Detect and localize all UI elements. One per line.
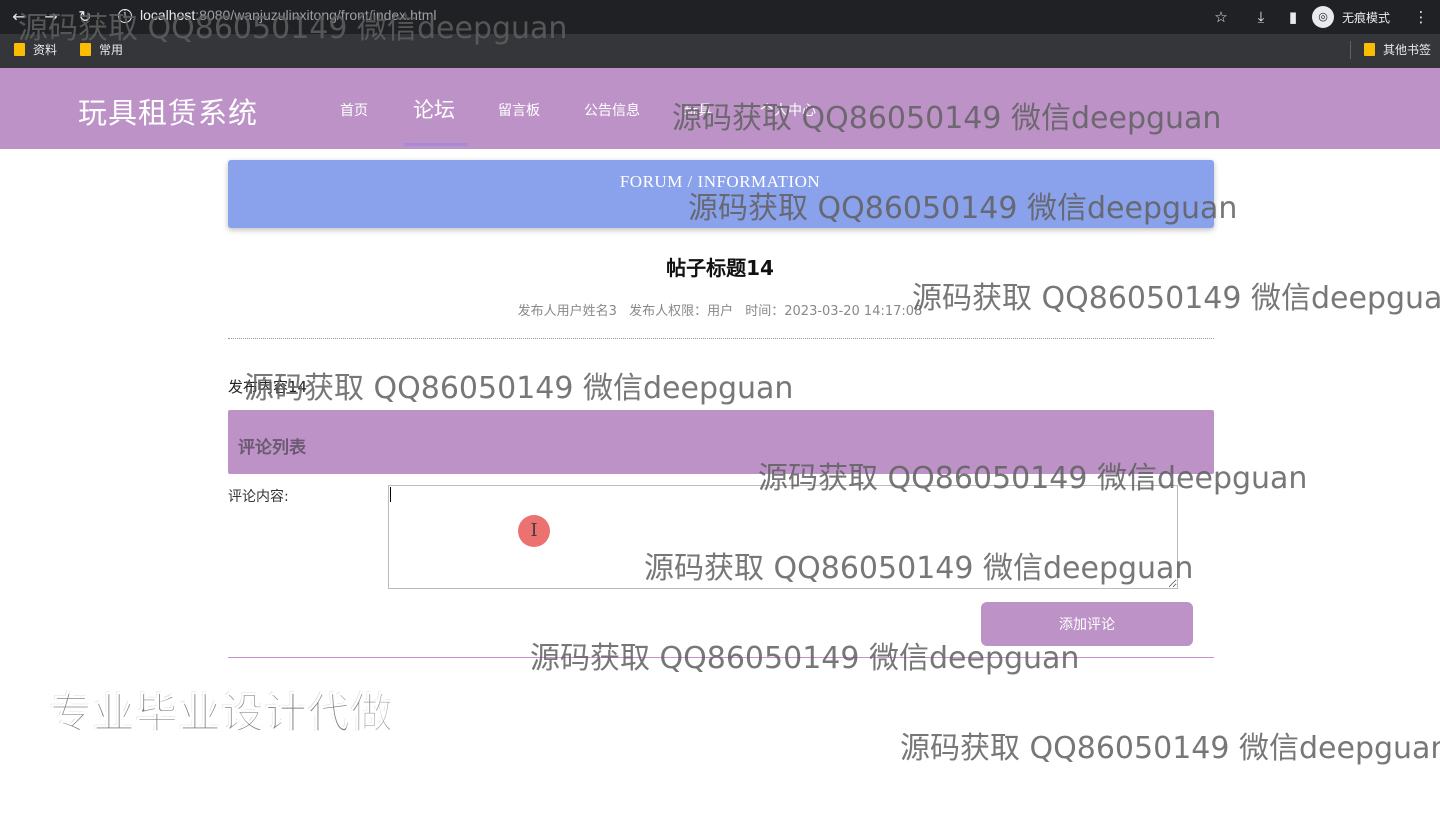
nav-forum[interactable]: 论坛 [413,94,455,124]
comments-title: 评论列表 [238,438,306,458]
site-logo[interactable]: 玩具租赁系统 [78,90,258,132]
post-role: 发布人权限：用户 [629,304,734,319]
comment-label: 评论内容: [228,489,289,505]
forward-icon[interactable]: → [40,6,62,28]
divider [228,338,1214,339]
url-path: :8080/wanjuzulinxitong/front/index.html [195,7,437,23]
download-icon[interactable]: ⤓ [1250,6,1272,28]
url-text[interactable]: localhost:8080/wanjuzulinxitong/front/in… [140,7,437,23]
incognito-icon: ◎ [1312,6,1334,28]
comment-textarea[interactable] [388,485,1178,589]
post-meta: 发布人用户姓名3 发布人权限：用户 时间：2023-03-20 14:17:08 [0,300,1440,319]
menu-kebab-icon[interactable]: ⋮ [1410,6,1432,28]
bookmarks-bar [0,34,1440,68]
incognito-label: 无痕模式 [1342,10,1391,25]
post-content: 发布内容14 [228,378,308,396]
nav-guestbook[interactable]: 留言板 [498,100,540,120]
side-panel-icon[interactable]: ▮ [1282,6,1304,28]
text-caret [390,487,391,502]
url-host: localhost [140,7,196,23]
banner-title: FORUM / INFORMATION [619,172,821,191]
post-author: 发布人用户姓名3 [517,304,617,319]
folder-icon [1364,43,1375,56]
nav-home[interactable]: 首页 [340,100,368,120]
comments-header [228,410,1214,474]
site-info-icon[interactable]: i [118,9,132,23]
bookmark-star-icon[interactable]: ☆ [1210,6,1232,28]
bookmark-ziliao[interactable]: 资料 [14,41,57,58]
nav-toys[interactable]: 玩具 [684,100,712,120]
back-icon[interactable]: ← [8,6,30,28]
other-bookmarks[interactable]: 其他书签 [1364,41,1431,58]
watermark: 源码获取 QQ86050149 微信deepguan [244,371,794,406]
folder-icon [14,43,25,56]
incognito-indicator[interactable]: ◎ 无痕模式 [1312,5,1390,29]
other-bookmarks-label: 其他书签 [1383,43,1432,57]
forum-banner [228,160,1214,228]
add-comment-button[interactable]: 添加评论 [981,602,1193,646]
nav-profile[interactable]: 个人中心 [760,100,816,120]
post-title: 帖子标题14 [666,256,774,280]
mouse-cursor-icon: I [518,515,550,547]
watermark: 源码获取 QQ86050149 微信deepguan [900,731,1440,766]
promo-overlay-text: 专业毕业设计代做 [49,689,395,739]
bookmarks-divider [1350,41,1351,59]
nav-active-indicator [404,143,468,146]
post-time: 时间：2023-03-20 14:17:08 [745,304,923,319]
bookmark-changyong[interactable]: 常用 [80,41,123,58]
reload-icon[interactable]: ↻ [74,6,96,28]
nav-notices[interactable]: 公告信息 [584,100,640,120]
section-divider [228,657,1214,658]
bookmark-label: 常用 [99,43,124,57]
bookmark-label: 资料 [33,43,58,57]
folder-icon [80,43,91,56]
